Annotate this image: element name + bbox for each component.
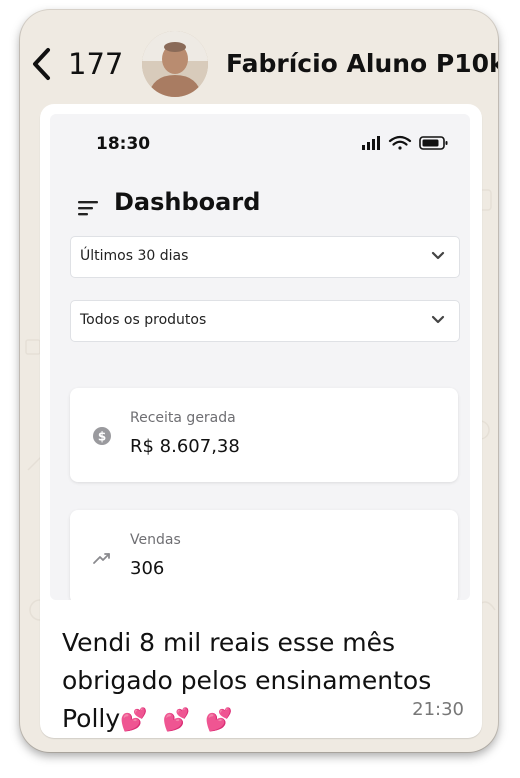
message-line-3-wrapper: Polly💕 💕 💕 <box>62 700 472 740</box>
status-bar-time: 18:30 <box>96 134 151 154</box>
sales-label: Vendas <box>130 532 181 548</box>
dashboard-title: Dashboard <box>114 188 261 216</box>
period-select-value: Últimos 30 dias <box>80 248 189 264</box>
hamburger-menu-icon[interactable] <box>78 200 98 216</box>
heart-emojis: 💕 💕 💕 <box>120 708 237 733</box>
chat-header: 177 Fabrício Aluno P10k <box>20 10 498 110</box>
chevron-down-icon <box>431 315 445 324</box>
contact-avatar[interactable] <box>142 31 208 97</box>
chevron-down-icon <box>431 251 445 260</box>
message-line-3: Polly <box>62 704 121 733</box>
message-bubble[interactable]: 18:30 Dashboard Últimos 30 dias Todos os… <box>40 104 482 738</box>
message-timestamp: 21:30 <box>412 699 464 720</box>
revenue-card: $ Receita gerada R$ 8.607,38 <box>70 388 458 482</box>
revenue-value: R$ 8.607,38 <box>130 436 240 457</box>
chat-window: 177 Fabrício Aluno P10k 18:30 Dashboard … <box>20 10 498 752</box>
unread-count[interactable]: 177 <box>68 46 123 82</box>
avatar-photo <box>142 31 208 97</box>
status-bar-icons <box>362 135 448 150</box>
dollar-coin-icon: $ <box>93 427 111 445</box>
product-select-value: Todos os produtos <box>80 312 207 328</box>
trending-up-icon <box>93 553 110 564</box>
revenue-label: Receita gerada <box>130 410 236 426</box>
message-line-2: obrigado pelos ensinamentos <box>62 666 432 695</box>
signal-icon <box>362 136 380 150</box>
chevron-left-icon[interactable] <box>30 46 54 82</box>
svg-text:$: $ <box>98 430 106 444</box>
message-text: Vendi 8 mil reais esse mês obrigado pelo… <box>62 624 472 740</box>
battery-icon <box>419 136 448 150</box>
product-select[interactable]: Todos os produtos <box>70 300 460 342</box>
message-line-1: Vendi 8 mil reais esse mês <box>62 628 396 657</box>
period-select[interactable]: Últimos 30 dias <box>70 236 460 278</box>
wifi-icon <box>388 135 412 150</box>
sales-card: Vendas 306 <box>70 510 458 600</box>
contact-name[interactable]: Fabrício Aluno P10k <box>226 46 498 82</box>
sales-value: 306 <box>130 558 165 579</box>
dashboard-screenshot[interactable]: 18:30 Dashboard Últimos 30 dias Todos os… <box>50 114 470 600</box>
